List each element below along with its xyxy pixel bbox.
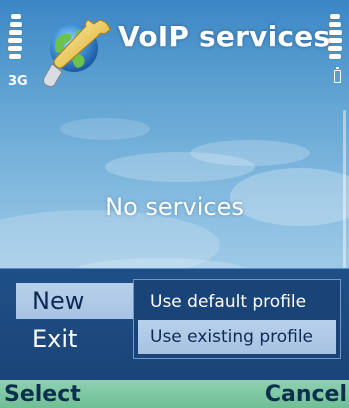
select-softkey[interactable]: Select xyxy=(4,381,81,408)
cancel-softkey[interactable]: Cancel xyxy=(265,381,347,408)
submenu-item-use-existing-profile[interactable]: Use existing profile xyxy=(138,320,336,354)
network-type-label: 3G xyxy=(8,74,28,89)
submenu-item-use-default-profile[interactable]: Use default profile xyxy=(138,285,336,319)
app-title: VoIP services xyxy=(118,20,331,53)
new-submenu: Use default profile Use existing profile xyxy=(133,279,341,359)
cloud-decoration xyxy=(60,118,150,140)
voip-services-screen: 3G VoIP services No services New Exit Us… xyxy=(0,0,349,408)
scrollbar[interactable] xyxy=(343,110,346,268)
battery-icon xyxy=(334,67,341,83)
globe-wrench-icon xyxy=(43,19,111,87)
cloud-decoration xyxy=(190,140,310,166)
empty-state-text: No services xyxy=(105,193,244,221)
signal-strength-icon xyxy=(8,14,24,62)
